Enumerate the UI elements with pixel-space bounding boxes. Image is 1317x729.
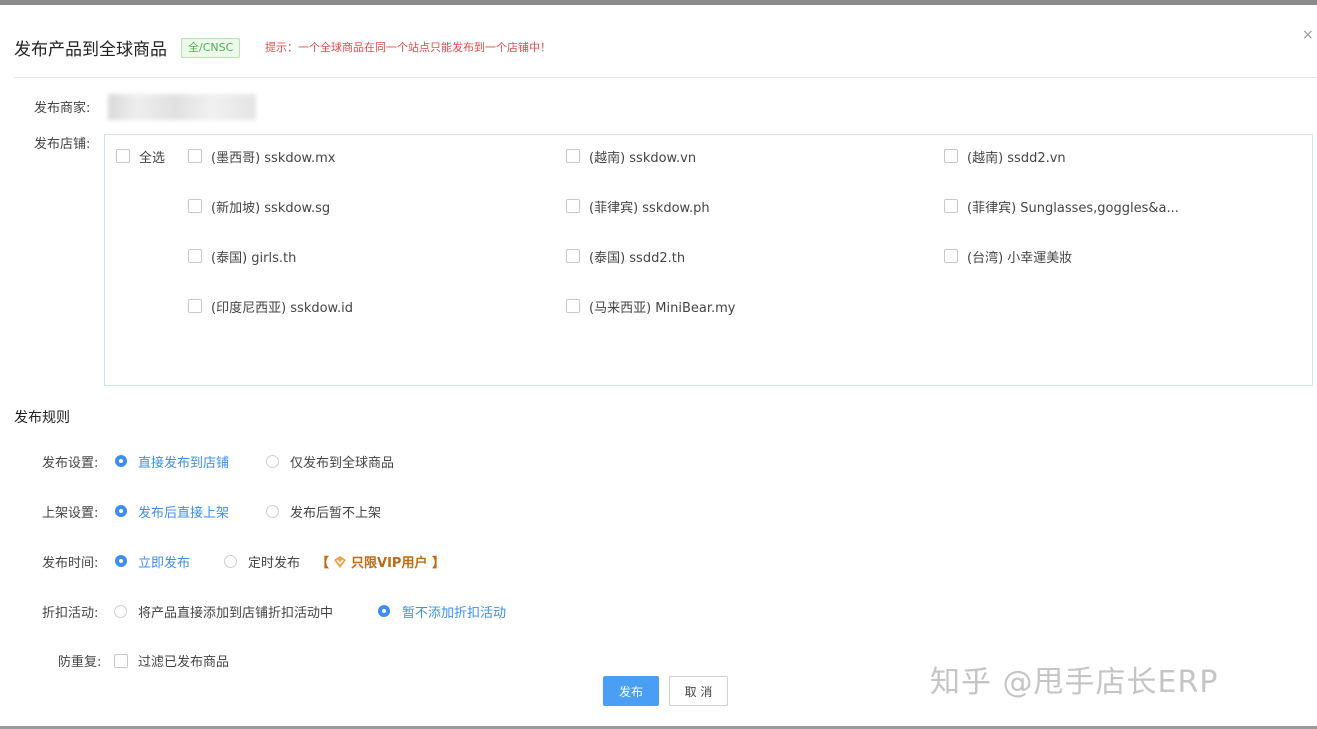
radio-unselected[interactable] bbox=[266, 505, 279, 518]
store-checkbox[interactable] bbox=[944, 149, 958, 163]
store-label-item[interactable]: (新加坡) sskdow.sg bbox=[211, 197, 330, 216]
store-label-item[interactable]: (马来西亚) MiniBear.my bbox=[589, 297, 735, 316]
select-all-checkbox[interactable] bbox=[116, 149, 130, 163]
store-label: 发布店铺: bbox=[34, 137, 91, 152]
vip-badge-icon bbox=[333, 555, 347, 569]
radio-selected[interactable] bbox=[378, 605, 390, 617]
store-checkbox[interactable] bbox=[566, 299, 580, 313]
cnsc-tag: 全/CNSC bbox=[181, 38, 241, 58]
radio-selected[interactable] bbox=[115, 555, 127, 567]
list-immediately-option[interactable]: 发布后直接上架 bbox=[138, 502, 229, 521]
publish-global-only-option[interactable]: 仅发布到全球商品 bbox=[290, 452, 394, 471]
radio-selected[interactable] bbox=[115, 505, 127, 517]
vip-only-note: 【 只限VIP用户 】 bbox=[316, 552, 445, 571]
store-checkbox[interactable] bbox=[188, 149, 202, 163]
store-label-item[interactable]: (台湾) 小幸運美妝 bbox=[967, 247, 1072, 266]
store-label-item[interactable]: (印度尼西亚) sskdow.id bbox=[211, 297, 353, 316]
publish-now-option[interactable]: 立即发布 bbox=[138, 552, 190, 571]
add-discount-option[interactable]: 将产品直接添加到店铺折扣活动中 bbox=[138, 602, 333, 621]
store-checkbox[interactable] bbox=[566, 249, 580, 263]
close-icon[interactable]: × bbox=[1302, 27, 1314, 43]
zhihu-watermark: 知乎 @甩手店长ERP bbox=[930, 665, 1219, 700]
publish-button[interactable]: 发布 bbox=[603, 676, 659, 706]
store-label-item[interactable]: (越南) ssdd2.vn bbox=[967, 147, 1066, 166]
radio-unselected[interactable] bbox=[224, 555, 237, 568]
filter-published-checkbox[interactable] bbox=[114, 654, 128, 668]
radio-unselected[interactable] bbox=[114, 605, 127, 618]
store-checkbox[interactable] bbox=[188, 299, 202, 313]
no-discount-option[interactable]: 暂不添加折扣活动 bbox=[402, 602, 506, 621]
publish-direct-option[interactable]: 直接发布到店铺 bbox=[138, 452, 229, 471]
store-checkbox[interactable] bbox=[188, 199, 202, 213]
publish-time-label: 发布时间: bbox=[42, 556, 99, 571]
title-divider bbox=[14, 77, 1317, 78]
vip-bracket-open: 【 bbox=[316, 556, 330, 571]
vip-bracket-close: 】 bbox=[431, 556, 445, 571]
cancel-button[interactable]: 取 消 bbox=[669, 676, 728, 706]
store-checkbox[interactable] bbox=[566, 149, 580, 163]
rules-title: 发布规则 bbox=[14, 410, 70, 426]
store-label-item[interactable]: (泰国) ssdd2.th bbox=[589, 247, 685, 266]
store-checkbox[interactable] bbox=[566, 199, 580, 213]
discount-label: 折扣活动: bbox=[42, 606, 99, 621]
list-later-option[interactable]: 发布后暂不上架 bbox=[290, 502, 381, 521]
listing-setting-label: 上架设置: bbox=[42, 506, 99, 521]
select-all-label[interactable]: 全选 bbox=[139, 147, 165, 166]
filter-published-label[interactable]: 过滤已发布商品 bbox=[138, 651, 229, 670]
dialog-title: 发布产品到全球商品 bbox=[14, 40, 167, 60]
dedupe-label: 防重复: bbox=[58, 655, 102, 670]
store-label-item[interactable]: (越南) sskdow.vn bbox=[589, 147, 696, 166]
vip-only-label: 只限VIP用户 bbox=[351, 556, 428, 571]
radio-selected[interactable] bbox=[115, 455, 127, 467]
scheduled-publish-option[interactable]: 定时发布 bbox=[248, 552, 300, 571]
store-label-item[interactable]: (菲律宾) Sunglasses,goggles&a... bbox=[967, 197, 1179, 216]
store-checkbox[interactable] bbox=[944, 199, 958, 213]
radio-unselected[interactable] bbox=[266, 455, 279, 468]
store-checkbox[interactable] bbox=[944, 249, 958, 263]
store-checkbox[interactable] bbox=[188, 249, 202, 263]
dialog-tip: 提示：一个全球商品在同一个站点只能发布到一个店铺中！ bbox=[265, 41, 551, 54]
merchant-value-redacted bbox=[108, 94, 256, 120]
store-label-item[interactable]: (菲律宾) sskdow.ph bbox=[589, 197, 710, 216]
publish-dialog: 发布产品到全球商品 全/CNSC 提示：一个全球商品在同一个站点只能发布到一个店… bbox=[0, 5, 1317, 726]
store-label-item[interactable]: (墨西哥) sskdow.mx bbox=[211, 147, 335, 166]
merchant-label: 发布商家: bbox=[34, 101, 91, 116]
store-list: 全选 (墨西哥) sskdow.mx (越南) sskdow.vn (越南) s… bbox=[104, 134, 1313, 386]
store-label-item[interactable]: (泰国) girls.th bbox=[211, 247, 296, 266]
publish-setting-label: 发布设置: bbox=[42, 456, 99, 471]
